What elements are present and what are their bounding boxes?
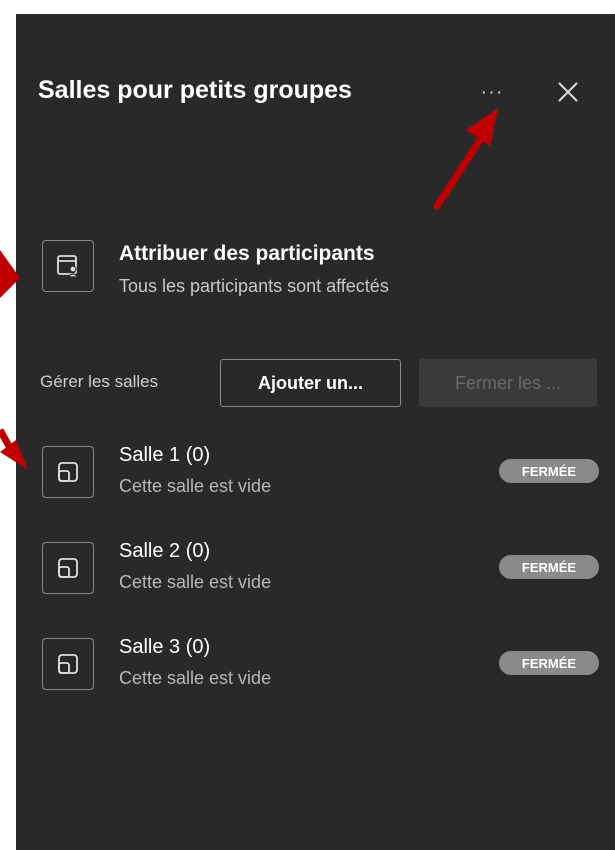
more-options-icon: ···: [480, 80, 504, 103]
panel-title: Salles pour petits groupes: [38, 76, 352, 104]
close-icon: [558, 82, 578, 102]
room-icon: [58, 462, 78, 482]
room-icon-box: [42, 638, 94, 690]
room-item-2[interactable]: Salle 2 (0) Cette salle est vide FERMÉE: [42, 540, 604, 610]
room-icon: [58, 558, 78, 578]
room-icon-box: [42, 542, 94, 594]
status-badge: FERMÉE: [499, 459, 599, 483]
room-subtitle: Cette salle est vide: [119, 572, 272, 592]
room-item-3[interactable]: Salle 3 (0) Cette salle est vide FERMÉE: [42, 636, 604, 706]
more-options-button[interactable]: ···: [472, 74, 512, 110]
close-rooms-button[interactable]: Fermer les ...: [419, 359, 597, 407]
assign-participants-title: Attribuer des participants: [119, 242, 375, 265]
room-title: Salle 1 (0): [119, 444, 211, 466]
assign-participants-item[interactable]: Attribuer des participants Tous les part…: [42, 236, 602, 296]
room-icon-box: [42, 446, 94, 498]
close-button[interactable]: [548, 72, 588, 112]
assign-participants-subtitle: Tous les participants sont affectés: [119, 276, 389, 296]
room-subtitle: Cette salle est vide: [119, 476, 272, 496]
status-badge: FERMÉE: [499, 651, 599, 675]
room-title: Salle 2 (0): [119, 540, 211, 562]
add-room-button[interactable]: Ajouter un...: [220, 359, 401, 407]
assign-participants-icon-box: [42, 240, 94, 292]
status-badge: FERMÉE: [499, 555, 599, 579]
manage-rooms-label: Gérer les salles: [40, 372, 159, 391]
room-subtitle: Cette salle est vide: [119, 668, 272, 688]
room-title: Salle 3 (0): [119, 636, 211, 658]
room-item-1[interactable]: Salle 1 (0) Cette salle est vide FERMÉE: [42, 444, 604, 514]
assign-participants-icon: [57, 255, 80, 278]
breakout-rooms-panel: Salles pour petits groupes ··· Attribuer…: [16, 14, 615, 850]
room-icon: [58, 654, 78, 674]
